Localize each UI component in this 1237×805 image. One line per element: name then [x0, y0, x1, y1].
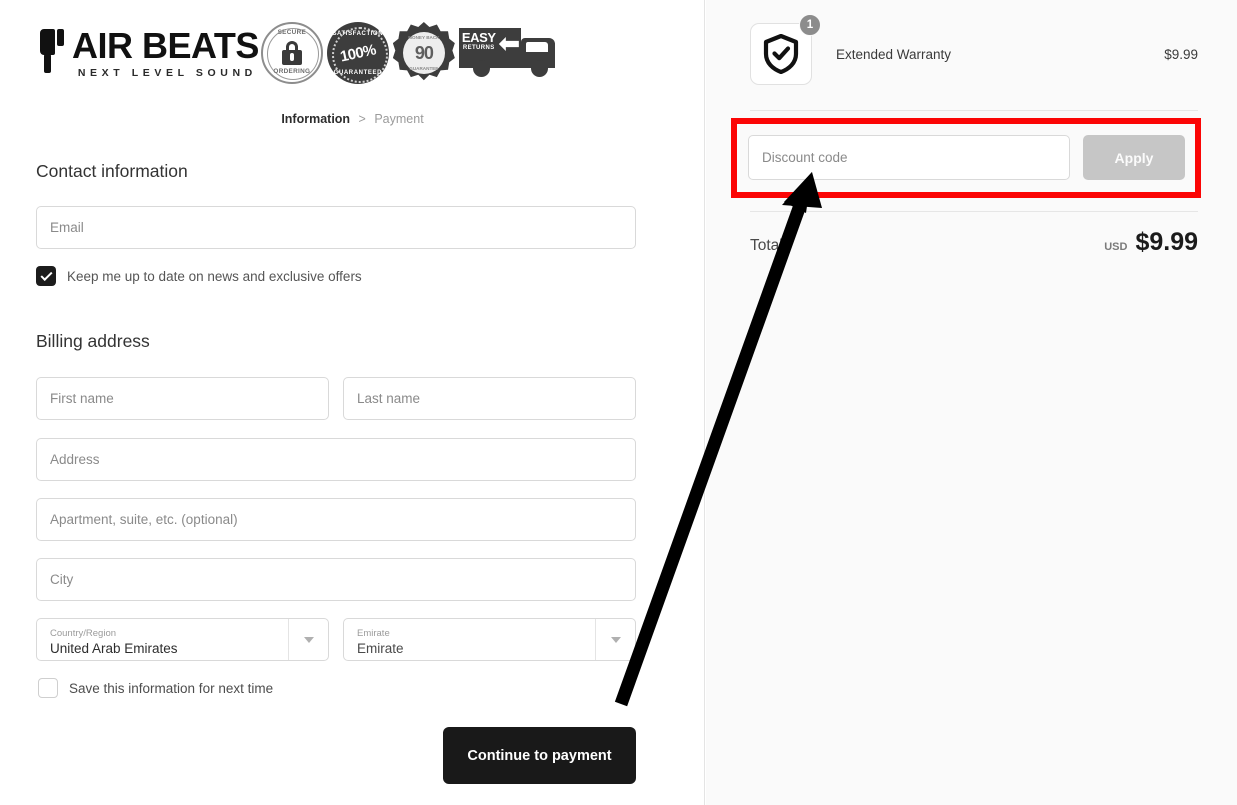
summary-divider-bottom: [750, 211, 1198, 212]
money-back-badge-days: 90: [414, 42, 434, 63]
lock-icon: [281, 41, 302, 65]
product-name: Extended Warranty: [836, 46, 952, 62]
chevron-down-icon[interactable]: [595, 619, 635, 660]
total-currency: USD: [1104, 241, 1128, 253]
contact-information-heading: Contact information: [36, 161, 188, 181]
money-back-guarantee-badge-icon: MONEY BACK 90 GUARANTEE: [392, 22, 455, 84]
money-back-badge-bottom-text: GUARANTEE: [409, 66, 439, 71]
order-line-item: 1 Extended Warranty $9.99: [750, 14, 1198, 86]
summary-divider-top: [750, 110, 1198, 111]
country-region-value: United Arab Emirates: [50, 640, 178, 656]
country-region-label: Country/Region: [50, 627, 117, 639]
address-input[interactable]: Address: [36, 438, 636, 481]
discount-code-input[interactable]: [748, 135, 1070, 180]
easy-returns-badge-icon: EASY RETURNS: [458, 24, 571, 82]
shield-check-icon: [763, 34, 799, 74]
brand-tagline: NEXT LEVEL SOUND: [77, 66, 257, 79]
order-total-row: Total USD $9.99: [750, 228, 1198, 257]
brand-logo: AIR BEATS NEXT LEVEL SOUND: [36, 27, 259, 79]
emirate-label: Emirate: [357, 627, 390, 639]
secure-badge-bottom-text: ORDERING: [273, 68, 311, 75]
easy-returns-line1: EASY: [461, 30, 496, 45]
apartment-input[interactable]: Apartment, suite, etc. (optional): [36, 498, 636, 541]
breadcrumb-item-information[interactable]: Information: [281, 112, 350, 126]
satisfaction-badge-top-text: SATISFACTION: [332, 31, 384, 37]
breadcrumb-item-payment: Payment: [374, 112, 424, 126]
total-amount: $9.99: [1135, 228, 1198, 256]
save-information-label: Save this information for next time: [69, 680, 274, 696]
brand-name: AIR BEATS: [72, 24, 259, 66]
quantity-badge: 1: [799, 14, 821, 36]
newsletter-checkbox[interactable]: [36, 266, 56, 286]
apply-discount-button[interactable]: Apply: [1083, 135, 1185, 180]
discount-code-row: Apply: [748, 135, 1185, 180]
easy-returns-line2: RETURNS: [462, 45, 495, 51]
continue-to-payment-button[interactable]: Continue to payment: [443, 727, 636, 784]
headphone-icon: [36, 27, 66, 79]
first-name-input[interactable]: First name: [36, 377, 329, 420]
product-price: $9.99: [1164, 46, 1198, 62]
save-information-checkbox[interactable]: [38, 678, 58, 698]
order-summary-panel: 1 Extended Warranty $9.99 Total USD $9.9…: [706, 0, 1237, 805]
emirate-value: Emirate: [357, 640, 404, 656]
total-label: Total: [750, 237, 783, 254]
billing-address-heading: Billing address: [36, 331, 150, 351]
city-input[interactable]: City: [36, 558, 636, 601]
country-region-select[interactable]: Country/Region United Arab Emirates: [36, 618, 329, 661]
newsletter-checkbox-row[interactable]: Keep me up to date on news and exclusive…: [36, 266, 362, 286]
secure-ordering-badge-icon: SECURE ORDERING: [260, 22, 323, 84]
satisfaction-badge-value: 100%: [338, 40, 378, 66]
trust-badges: SECURE ORDERING SATISFACTION 100% GUARAN…: [260, 22, 571, 84]
save-information-checkbox-row[interactable]: Save this information for next time: [38, 678, 273, 698]
last-name-input[interactable]: Last name: [343, 377, 636, 420]
breadcrumb-separator-icon: >: [358, 112, 366, 126]
chevron-down-icon[interactable]: [288, 619, 328, 660]
money-back-badge-top-text: MONEY BACK: [408, 35, 440, 40]
newsletter-label: Keep me up to date on news and exclusive…: [67, 268, 362, 284]
emirate-select[interactable]: Emirate Emirate: [343, 618, 636, 661]
email-input[interactable]: Email: [36, 206, 636, 249]
brand-header: AIR BEATS NEXT LEVEL SOUND SECURE ORDERI…: [36, 14, 636, 92]
checkout-page: AIR BEATS NEXT LEVEL SOUND SECURE ORDERI…: [0, 0, 1237, 805]
satisfaction-guaranteed-badge-icon: SATISFACTION 100% GUARANTEED: [326, 22, 389, 84]
checkout-form-panel: AIR BEATS NEXT LEVEL SOUND SECURE ORDERI…: [0, 0, 705, 805]
breadcrumb: Information > Payment: [0, 112, 705, 126]
satisfaction-badge-bottom-text: GUARANTEED: [333, 70, 383, 76]
